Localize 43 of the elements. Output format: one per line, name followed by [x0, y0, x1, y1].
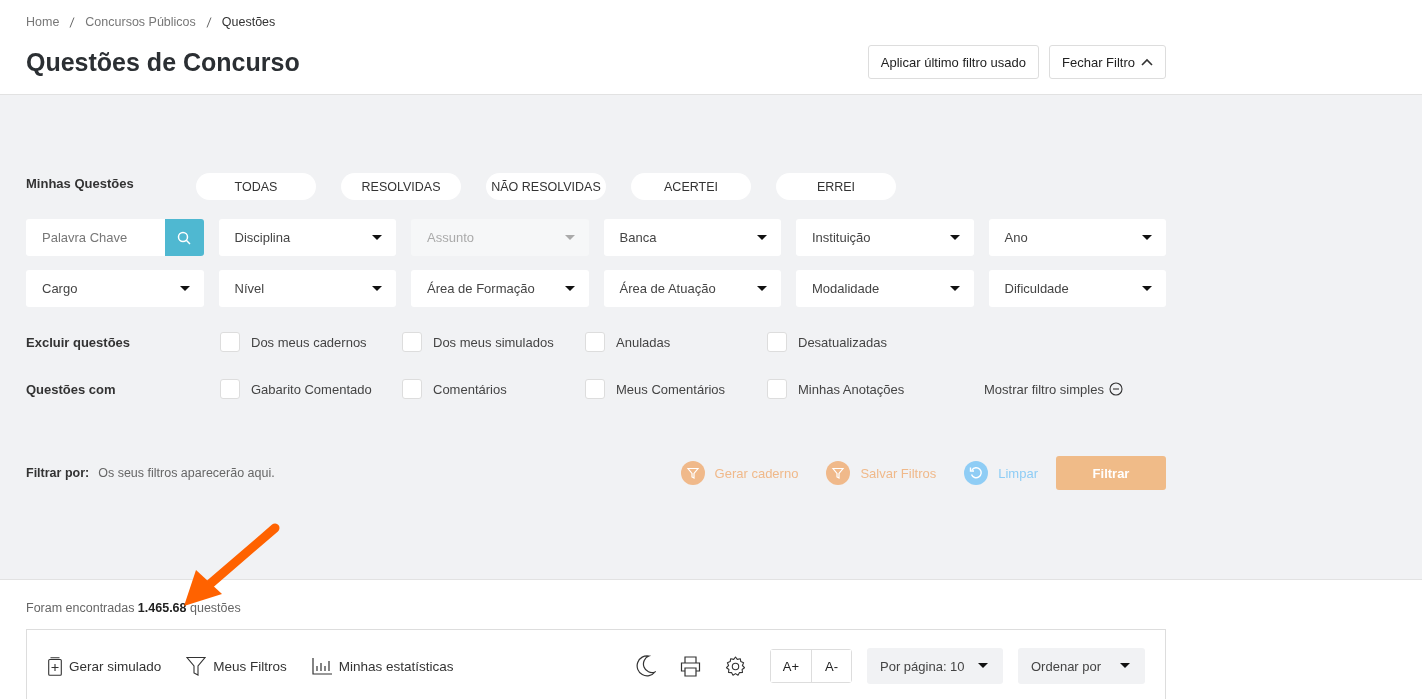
- filter-dropdown[interactable]: Instituição: [796, 219, 974, 256]
- filter-dropdown[interactable]: Área de Atuação: [603, 270, 781, 307]
- checkbox-label: Dos meus cadernos: [251, 334, 367, 350]
- breadcrumb-link[interactable]: Questões: [221, 15, 276, 29]
- filter-dropdown[interactable]: Cargo: [26, 270, 204, 307]
- simple-filter-link[interactable]: Mostrar filtro simples: [984, 381, 1166, 397]
- checkbox-label: Dos meus simulados: [433, 334, 554, 350]
- checkbox-label: Desatualizadas: [798, 334, 887, 350]
- section-label: Minhas Questões: [26, 176, 135, 191]
- toolbar-select[interactable]: Por página: 10: [867, 648, 1003, 684]
- toolbar-select[interactable]: Ordenar por: [1018, 648, 1145, 684]
- section-label: Excluir questões: [26, 334, 132, 350]
- filter-dropdown[interactable]: Modalidade: [796, 270, 974, 307]
- filter-dropdown[interactable]: Dificuldade: [988, 270, 1166, 307]
- breadcrumb-link[interactable]: Home: [26, 15, 60, 29]
- filter-pill[interactable]: ACERTEI: [631, 173, 751, 200]
- filter-pill[interactable]: NÃO RESOLVIDAS: [486, 173, 606, 200]
- toolbar-link[interactable]: Minhas estatísticas: [311, 657, 454, 675]
- checkbox-label: Anuladas: [616, 334, 671, 350]
- keyword-field[interactable]: Palavra Chave: [26, 219, 165, 256]
- results-count: Foram encontradas 1.465.68 questões: [26, 601, 242, 617]
- breadcrumb-link[interactable]: Concursos Públicos: [85, 15, 196, 29]
- checkbox-label: Meus Comentários: [616, 381, 726, 397]
- filter-dropdown[interactable]: Ano: [988, 219, 1166, 256]
- filter-by-text: Os seus filtros aparecerão aqui.: [98, 466, 275, 480]
- font-size-button[interactable]: A-: [811, 650, 851, 682]
- filter-dropdown[interactable]: Disciplina: [218, 219, 396, 256]
- section-label: Questões com: [26, 381, 117, 397]
- checkbox-label: Comentários: [433, 381, 507, 397]
- filter-pill[interactable]: RESOLVIDAS: [341, 173, 461, 200]
- filter-pill[interactable]: TODAS: [196, 173, 316, 200]
- toolbar-link[interactable]: Gerar simulado: [48, 656, 162, 676]
- header-button[interactable]: Fechar Filtro: [1049, 45, 1166, 79]
- filter-by-label: Filtrar por:: [26, 466, 90, 480]
- filter-dropdown[interactable]: Área de Formação: [411, 270, 589, 307]
- checkbox-label: Minhas Anotações: [798, 381, 905, 397]
- filter-dropdown[interactable]: Nível: [218, 270, 396, 307]
- header-button[interactable]: Aplicar último filtro usado: [867, 45, 1040, 79]
- filter-pill[interactable]: ERREI: [776, 173, 896, 200]
- toolbar-link[interactable]: Meus Filtros: [186, 656, 287, 676]
- page-title: Questões de Concurso: [26, 47, 300, 77]
- checkbox-label: Gabarito Comentado: [251, 381, 372, 397]
- filter-dropdown[interactable]: Banca: [603, 219, 781, 256]
